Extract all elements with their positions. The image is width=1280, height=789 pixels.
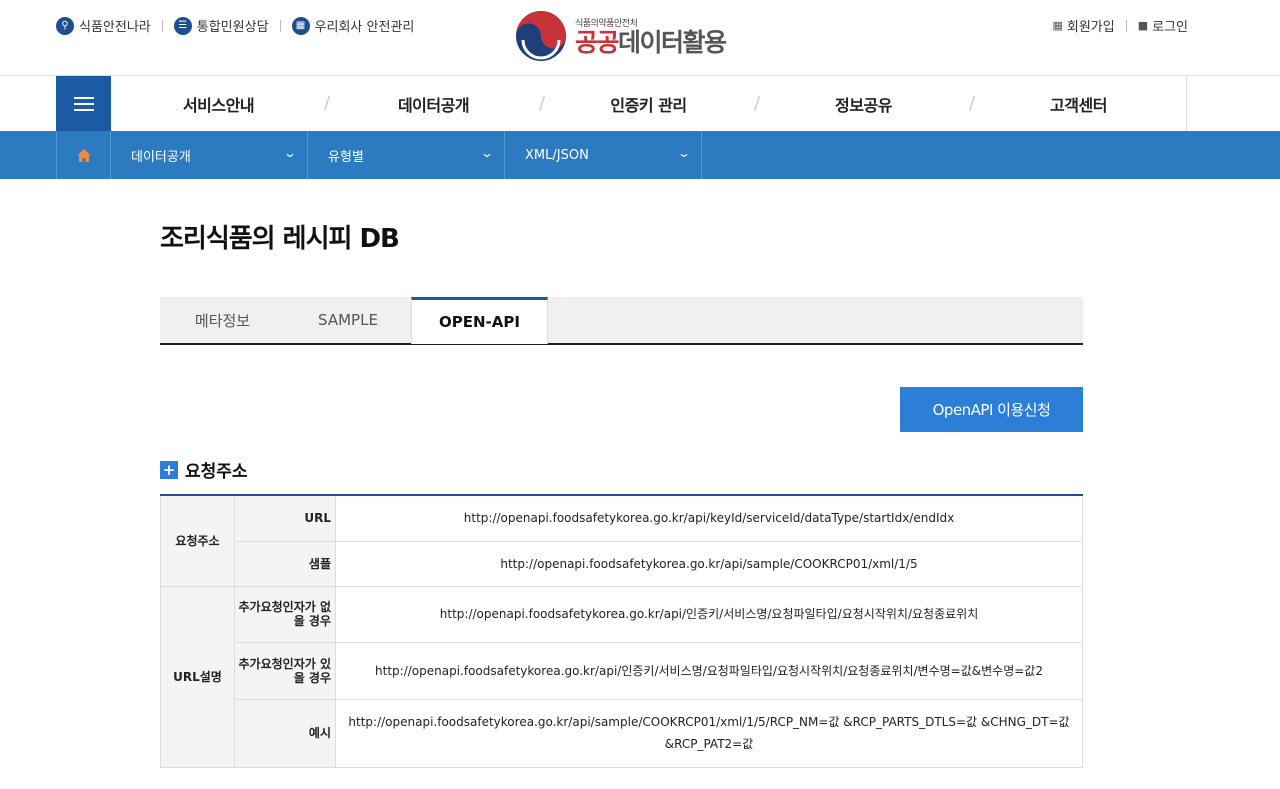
signup-link[interactable]: ▦ 회원가입 [1052,16,1114,35]
gnb-item-auth-key[interactable]: 인증키 관리 [541,92,756,116]
chevron-down-icon: ⌄ [282,146,298,160]
tab-open-api[interactable]: OPEN-API [411,297,548,344]
gnb-item-service-info[interactable]: 서비스안내 [111,92,326,116]
util-link-label: 식품안전나라 [79,20,151,35]
key-cell: 샘플 [234,540,336,587]
home-button[interactable] [56,131,111,179]
table-row: 샘플 http://openapi.foodsafetykorea.go.kr/… [161,540,1083,587]
gnb-item-data-open[interactable]: 데이터공개 [326,92,541,116]
gnb-list: 서비스안내 / 데이터공개 / 인증키 관리 / 정보공유 / 고객센터 [111,76,1187,131]
divider [161,19,163,32]
group-cell: 요청주소 [160,494,235,587]
menu-line [73,102,94,105]
breadcrumb-select-level1[interactable]: 데이터공개 ⌄ [111,131,308,179]
main-navigation: 서비스안내 / 데이터공개 / 인증키 관리 / 정보공유 / 고객센터 [0,76,1280,131]
logo-title: 공공데이터활용 [575,27,727,57]
value-cell: http://openapi.foodsafetykorea.go.kr/api… [335,540,1083,587]
section-title-label: 요청주소 [185,462,248,482]
top-bar: ⚲ 식품안전나라 ☰ 통합민원상담 ▦ 우리회사 안전관리 식품의약품안전처 공… [0,0,1280,76]
signup-label: 회원가입 [1066,20,1115,35]
breadcrumb-select-level2[interactable]: 유형별 ⌄ [308,131,505,179]
table-row: URL설명 추가요청인자가 없을 경우 http://openapi.foods… [160,585,1083,768]
utility-links-right: ▦ 회원가입 ■ 로그인 [1052,16,1188,35]
tab-meta-info[interactable]: 메타정보 [160,297,285,343]
value-cell: http://openapi.foodsafetykorea.go.kr/api… [335,585,1083,643]
value-cell: http://openapi.foodsafetykorea.go.kr/api… [335,494,1083,542]
table-row: 예시 http://openapi.foodsafetykorea.go.kr/… [161,698,1083,768]
breadcrumb-level3-label: XML/JSON [525,147,589,163]
signup-icon: ▦ [1052,19,1063,32]
key-cell: 추가요청인자가 없을 경우 [234,585,336,643]
home-icon [76,148,91,162]
divider [279,19,281,32]
breadcrumb-select-level3[interactable]: XML/JSON ⌄ [505,131,702,179]
group-cell: URL설명 [160,585,235,768]
divider [1125,19,1127,32]
site-logo[interactable]: 식품의약품안전처 공공데이터활용 [515,10,727,62]
util-link-label: 우리회사 안전관리 [314,20,415,35]
building-icon: ▦ [291,16,310,35]
search-icon: ⚲ [56,16,74,35]
menu-line [73,108,94,111]
util-link-label: 통합민원상담 [196,20,269,35]
logo-title-gray: 데이터활용 [618,27,727,57]
login-link[interactable]: ■ 로그인 [1138,16,1188,35]
document-icon: ☰ [173,16,192,35]
util-link-civil-petition[interactable]: ☰ 통합민원상담 [173,16,269,35]
logo-title-red: 공공 [575,27,620,57]
plus-icon: + [160,460,178,479]
value-cell: http://openapi.foodsafetykorea.go.kr/api… [335,698,1083,768]
table-row: 요청주소 URL http://openapi.foodsafetykorea.… [160,494,1083,587]
util-link-company-safety[interactable]: ▦ 우리회사 안전관리 [291,16,415,35]
value-cell: http://openapi.foodsafetykorea.go.kr/api… [335,641,1083,700]
breadcrumb-level2-label: 유형별 [328,149,364,165]
government-emblem-icon [516,11,566,61]
util-link-foodsafety[interactable]: ⚲ 식품안전나라 [56,16,151,35]
key-cell: 추가요청인자가 있을 경우 [234,641,336,700]
login-label: 로그인 [1152,20,1188,35]
breadcrumb: 데이터공개 ⌄ 유형별 ⌄ XML/JSON ⌄ [0,131,1280,179]
tab-bar: 메타정보 SAMPLE OPEN-API [160,297,1083,345]
menu-line [73,96,94,99]
utility-links-left: ⚲ 식품안전나라 ☰ 통합민원상담 ▦ 우리회사 안전관리 [56,16,414,35]
request-table: 요청주소 URL http://openapi.foodsafetykorea.… [160,494,1083,768]
chevron-down-icon: ⌄ [479,146,495,160]
section-title: + 요청주소 [160,457,248,482]
lock-icon: ■ [1137,19,1149,32]
page-title: 조리식품의 레시피 DB [160,224,400,254]
breadcrumb-level1-label: 데이터공개 [131,149,191,165]
key-cell: URL [234,494,336,542]
tab-sample[interactable]: SAMPLE [285,297,411,343]
openapi-apply-button[interactable]: OpenAPI 이용신청 [900,387,1083,432]
table-row: 추가요청인자가 있을 경우 http://openapi.foodsafetyk… [161,641,1083,700]
key-cell: 예시 [234,698,336,768]
hamburger-menu-button[interactable] [56,76,111,131]
chevron-down-icon: ⌄ [676,146,692,160]
gnb-item-customer-center[interactable]: 고객센터 [971,92,1186,116]
gnb-item-info-share[interactable]: 정보공유 [756,92,971,116]
